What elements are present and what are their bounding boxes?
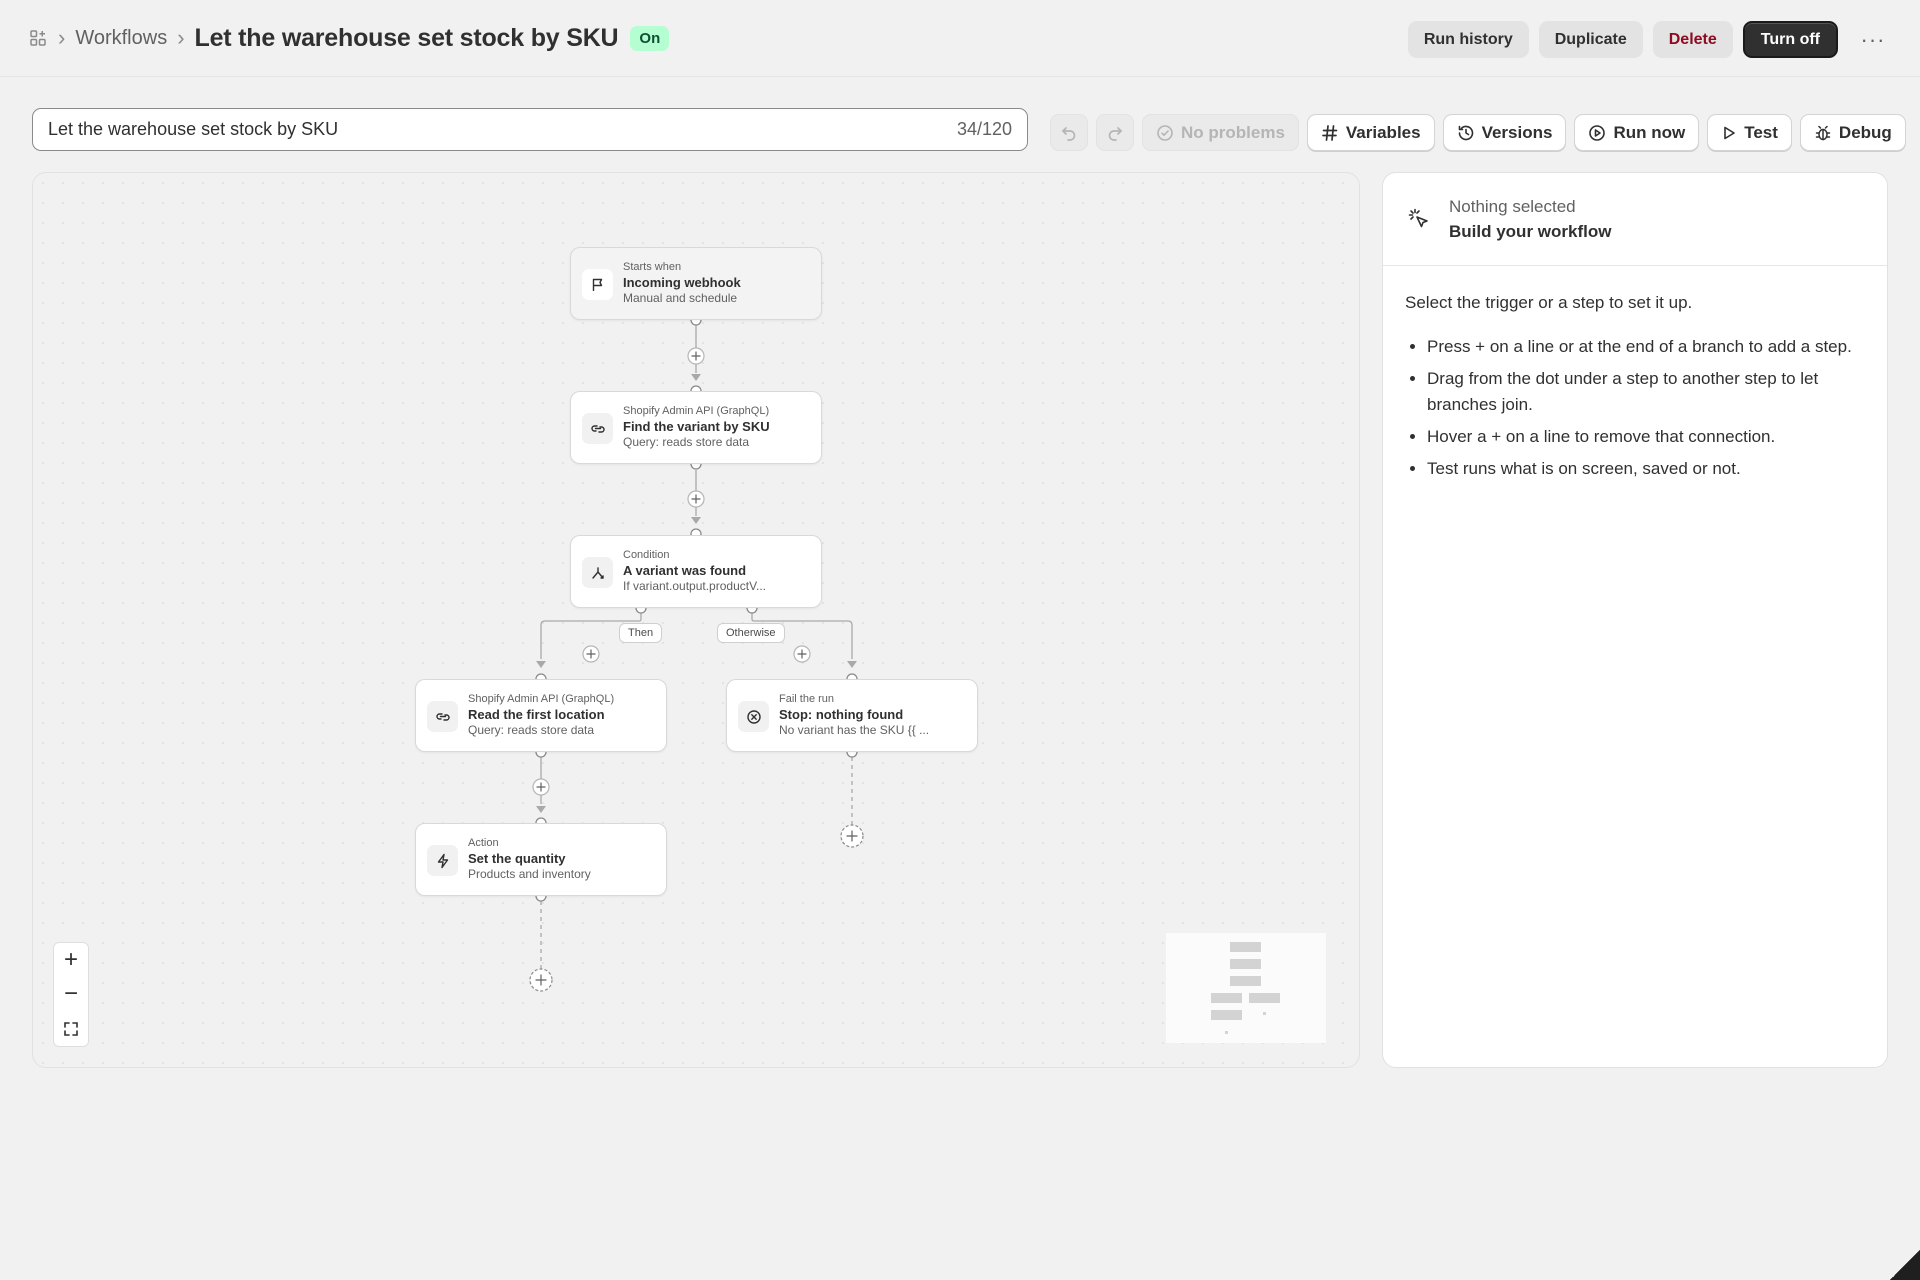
versions-button[interactable]: Versions xyxy=(1442,114,1567,151)
redo-button[interactable] xyxy=(1096,114,1134,151)
bug-icon xyxy=(1815,125,1831,140)
api-link-icon xyxy=(582,413,613,444)
play-icon xyxy=(1724,126,1736,139)
node-title: A variant was found xyxy=(623,562,747,578)
panel-title: Build your workflow xyxy=(1449,221,1612,241)
minimap[interactable] xyxy=(1166,933,1326,1043)
trigger-node[interactable]: Starts when Incoming webhook Manual and … xyxy=(570,247,822,320)
no-problems-label: No problems xyxy=(1181,122,1285,142)
zoom-out-button[interactable]: − xyxy=(54,977,88,1011)
node-title: Incoming webhook xyxy=(623,274,741,290)
panel-header: Nothing selected Build your workflow xyxy=(1383,173,1887,266)
node-kicker: Shopify Admin API (GraphQL) xyxy=(468,693,615,706)
node-subtitle: Query: reads store data xyxy=(623,435,750,450)
undo-icon xyxy=(1062,126,1076,141)
node-kicker: Fail the run xyxy=(779,693,835,706)
canvas-toolbar: No problems Variables Versions Run now T… xyxy=(1050,114,1906,151)
history-icon xyxy=(1458,125,1473,140)
character-counter: 34/120 xyxy=(956,119,1012,139)
minimap-graphic xyxy=(1211,942,1280,1034)
zoom-in-button[interactable]: + xyxy=(54,943,88,977)
page-title: Let the warehouse set stock by SKU xyxy=(194,23,619,52)
node-kicker: Starts when xyxy=(623,261,682,274)
zoom-controls: + − xyxy=(53,942,89,1047)
condition-node[interactable]: Condition A variant was found If variant… xyxy=(570,535,822,608)
debug-button[interactable]: Debug xyxy=(1799,114,1906,151)
list-item: Hover a + on a line to remove that conne… xyxy=(1427,424,1865,450)
list-item: Test runs what is on screen, saved or no… xyxy=(1427,456,1865,482)
workflow-canvas[interactable]: Starts when Incoming webhook Manual and … xyxy=(32,172,1360,1068)
header-actions: Run history Duplicate Delete Turn off ··… xyxy=(1407,21,1892,58)
panel-muted-title: Nothing selected xyxy=(1449,196,1576,216)
variables-button[interactable]: Variables xyxy=(1306,114,1435,151)
test-label: Test xyxy=(1744,122,1778,142)
check-circle-icon xyxy=(1157,124,1173,141)
window-corner xyxy=(1890,1250,1920,1280)
node-title: Find the variant by SKU xyxy=(623,418,770,434)
no-problems-button[interactable]: No problems xyxy=(1142,114,1299,151)
apps-icon[interactable] xyxy=(28,28,48,48)
undo-button[interactable] xyxy=(1050,114,1088,151)
node-kicker: Condition xyxy=(623,549,670,562)
breadcrumb-chevron-icon: › xyxy=(177,25,185,50)
turn-off-button[interactable]: Turn off xyxy=(1742,21,1838,58)
delete-button[interactable]: Delete xyxy=(1652,21,1733,58)
api-link-icon xyxy=(427,701,458,732)
tips-list: Press + on a line or at the end of a bra… xyxy=(1405,334,1865,482)
branch-icon xyxy=(582,557,613,588)
run-now-label: Run now xyxy=(1613,122,1686,142)
redo-icon xyxy=(1108,126,1122,141)
node-title: Read the first location xyxy=(468,706,605,722)
node-subtitle: Manual and schedule xyxy=(623,291,738,306)
node-kicker: Shopify Admin API (GraphQL) xyxy=(623,405,770,418)
node-subtitle: Query: reads store data xyxy=(468,723,595,738)
panel-lead: Select the trigger or a step to set it u… xyxy=(1405,293,1693,312)
node-subtitle: Products and inventory xyxy=(468,867,591,882)
run-now-button[interactable]: Run now xyxy=(1574,114,1700,151)
status-badge: On xyxy=(630,25,670,51)
read-location-node[interactable]: Shopify Admin API (GraphQL) Read the fir… xyxy=(415,679,667,752)
inspector-panel: Nothing selected Build your workflow Sel… xyxy=(1382,172,1888,1068)
workflow-name-value[interactable]: Let the warehouse set stock by SKU xyxy=(48,119,957,140)
flag-icon xyxy=(582,269,613,300)
node-subtitle: If variant.output.productV... xyxy=(623,579,766,594)
node-subtitle: No variant has the SKU {{ ... xyxy=(779,723,930,738)
list-item: Drag from the dot under a step to anothe… xyxy=(1427,366,1865,418)
workflow-name-field[interactable]: Let the warehouse set stock by SKU 34/12… xyxy=(32,108,1028,151)
test-button[interactable]: Test xyxy=(1707,114,1792,151)
branch-label-then: Then xyxy=(619,623,663,643)
breadcrumb-workflows-link[interactable]: Workflows xyxy=(75,27,167,50)
find-variant-node[interactable]: Shopify Admin API (GraphQL) Find the var… xyxy=(570,391,822,464)
cursor-click-icon xyxy=(1407,207,1431,231)
more-actions-icon[interactable]: ··· xyxy=(1854,21,1892,58)
x-circle-icon xyxy=(738,701,769,732)
hash-icon xyxy=(1322,124,1338,141)
duplicate-button[interactable]: Duplicate xyxy=(1538,21,1643,58)
breadcrumb-chevron-icon: › xyxy=(58,25,66,50)
versions-label: Versions xyxy=(1481,122,1553,142)
fit-view-icon[interactable] xyxy=(54,1012,88,1046)
debug-label: Debug xyxy=(1838,122,1892,142)
node-title: Stop: nothing found xyxy=(779,706,904,722)
list-item: Press + on a line or at the end of a bra… xyxy=(1427,334,1865,360)
panel-body: Select the trigger or a step to set it u… xyxy=(1383,266,1887,515)
set-quantity-node[interactable]: Action Set the quantity Products and inv… xyxy=(415,823,667,896)
variables-label: Variables xyxy=(1345,122,1421,142)
node-title: Set the quantity xyxy=(468,850,566,866)
stop-node[interactable]: Fail the run Stop: nothing found No vari… xyxy=(726,679,978,752)
branch-label-otherwise: Otherwise xyxy=(717,623,785,643)
node-kicker: Action xyxy=(468,837,499,850)
run-history-button[interactable]: Run history xyxy=(1407,21,1529,58)
lightning-icon xyxy=(427,845,458,876)
top-bar: › Workflows › Let the warehouse set stoc… xyxy=(0,0,1920,77)
play-circle-icon xyxy=(1589,124,1606,141)
